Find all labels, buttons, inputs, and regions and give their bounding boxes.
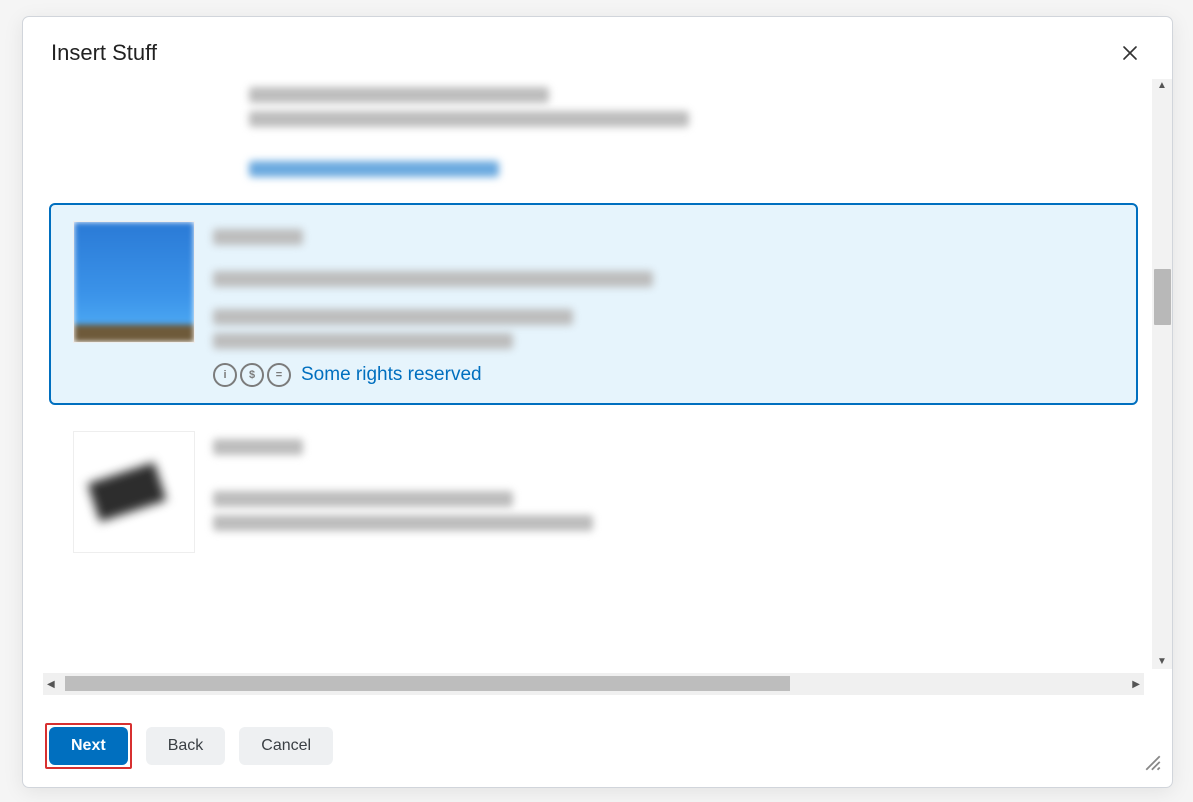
close-button[interactable] — [1116, 39, 1144, 67]
result-text — [213, 333, 513, 349]
result-text — [213, 515, 593, 531]
resize-handle[interactable] — [1144, 754, 1162, 777]
cc-nd-icon: = — [267, 363, 291, 387]
dialog-title: Insert Stuff — [51, 40, 157, 66]
result-text — [213, 309, 573, 325]
scroll-up-icon[interactable]: ▲ — [1157, 81, 1167, 91]
result-meta — [213, 431, 1114, 553]
scroll-left-icon[interactable]: ◀ — [47, 679, 55, 690]
vertical-scrollbar[interactable]: ▲ ▼ — [1152, 79, 1172, 669]
result-meta: i $ = Some rights reserved — [213, 221, 1114, 387]
cc-icons: i $ = — [213, 363, 291, 387]
result-text — [213, 271, 653, 287]
result-text — [249, 87, 549, 103]
result-text — [249, 111, 689, 127]
thumbnail-image — [74, 432, 194, 552]
close-icon — [1121, 44, 1139, 62]
rights-row: i $ = Some rights reserved — [213, 363, 1114, 387]
results-list: i $ = Some rights reserved — [43, 87, 1144, 571]
scroll-right-icon[interactable]: ▶ — [1132, 679, 1140, 690]
back-button[interactable]: Back — [146, 727, 226, 765]
scroll-down-icon[interactable]: ▼ — [1157, 657, 1167, 667]
vertical-scroll-thumb[interactable] — [1154, 269, 1171, 325]
results-scroll-area[interactable]: i $ = Some rights reserved — [43, 79, 1144, 669]
next-highlight: Next — [45, 723, 132, 769]
result-text — [213, 491, 513, 507]
insert-stuff-dialog: Insert Stuff — [22, 16, 1173, 788]
next-button[interactable]: Next — [49, 727, 128, 765]
resize-icon — [1144, 754, 1162, 772]
cc-by-icon: i — [213, 363, 237, 387]
result-thumbnail — [73, 221, 195, 343]
list-item-selected[interactable]: i $ = Some rights reserved — [49, 203, 1138, 405]
dialog-header: Insert Stuff — [23, 17, 1172, 73]
result-title — [213, 229, 303, 245]
dialog-footer: Next Back Cancel — [23, 709, 1172, 787]
list-item[interactable] — [49, 87, 1138, 203]
dialog-body: i $ = Some rights reserved — [23, 79, 1172, 709]
list-item[interactable] — [49, 413, 1138, 571]
horizontal-scrollbar[interactable]: ◀ ▶ — [43, 673, 1144, 695]
thumbnail-image — [74, 222, 194, 342]
horizontal-scroll-thumb[interactable] — [65, 676, 790, 691]
result-link[interactable] — [249, 161, 499, 177]
cc-nc-icon: $ — [240, 363, 264, 387]
cancel-button[interactable]: Cancel — [239, 727, 333, 765]
result-thumbnail — [73, 431, 195, 553]
result-title — [213, 439, 303, 455]
rights-link[interactable]: Some rights reserved — [301, 364, 482, 386]
